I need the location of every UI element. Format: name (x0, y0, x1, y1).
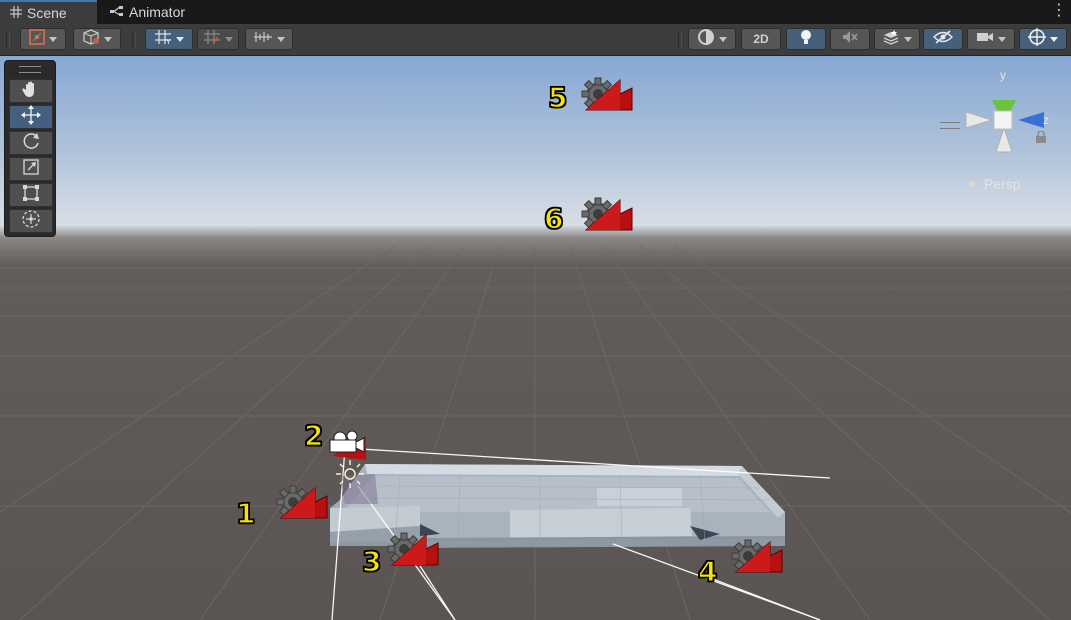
overlay-menu-icon[interactable] (940, 122, 960, 129)
gizmos-dropdown[interactable] (1019, 27, 1067, 51)
marker-5: 5 (547, 80, 568, 115)
rect-transform-icon (22, 184, 40, 207)
camera-gizmo-3[interactable] (387, 532, 439, 566)
2d-label: 2D (753, 32, 769, 46)
tools-overlay (4, 60, 56, 237)
2d-toggle[interactable]: 2D (741, 28, 781, 50)
toolbar-separator (678, 32, 682, 48)
light-icon[interactable] (336, 460, 364, 488)
gizmo-globe-icon (1028, 27, 1046, 51)
camera-gizmo-layer (276, 77, 783, 573)
tool-handle-position-dropdown[interactable] (20, 28, 66, 50)
rotate-icon (21, 131, 41, 156)
effects-dropdown[interactable] (874, 28, 920, 50)
move-tool-button[interactable] (9, 104, 53, 130)
eye-hidden-icon (933, 29, 953, 49)
marker-4: 4 (697, 554, 718, 589)
camera-gizmo-5[interactable] (581, 77, 633, 111)
marker-6: 6 (543, 201, 564, 236)
lightbulb-icon (799, 28, 813, 51)
hand-icon (22, 80, 40, 103)
scene-viewport[interactable]: 1 2 3 4 5 6 y z Persp (0, 56, 1071, 620)
tab-animator[interactable]: Animator (100, 0, 200, 24)
tab-scene-label: Scene (27, 5, 67, 21)
camera-gizmo-4[interactable] (731, 539, 783, 573)
audio-toggle[interactable] (830, 28, 870, 50)
transform-tool-button[interactable] (9, 209, 53, 233)
tab-scene[interactable]: Scene (0, 0, 97, 24)
transform-icon (21, 209, 41, 234)
more-options-icon[interactable]: ⋮ (1051, 3, 1067, 21)
increment-snapping-toggle[interactable] (197, 28, 239, 50)
neg-x-axis-cone[interactable] (965, 111, 994, 129)
center-cube[interactable] (993, 110, 1013, 130)
projection-label[interactable]: Persp (984, 176, 1021, 192)
svg-text:Y: Y (166, 39, 171, 45)
lighting-toggle[interactable] (786, 28, 826, 50)
rotate-tool-button[interactable] (9, 131, 53, 155)
rect-tool-button[interactable] (9, 183, 53, 207)
toolbar-separator (132, 32, 136, 48)
shading-sphere-icon (697, 28, 715, 51)
scene-toolbar: Y 2D (0, 24, 1071, 56)
ruler-icon (253, 30, 273, 49)
global-cube-icon (82, 28, 100, 50)
marker-3: 3 (361, 544, 382, 579)
marker-2: 2 (303, 418, 324, 453)
handle-position-icon (29, 28, 45, 50)
grid-snapping-toggle[interactable]: Y (145, 28, 193, 50)
toolbar-separator (6, 32, 10, 48)
scale-tool-button[interactable] (9, 157, 53, 181)
draw-mode-dropdown[interactable] (688, 28, 736, 50)
tab-bar: Scene Animator ⋮ (0, 0, 1071, 24)
hidden-objects-toggle[interactable] (923, 28, 963, 50)
z-axis-cone[interactable] (1018, 112, 1044, 128)
pivot-rotation-dropdown[interactable] (73, 28, 121, 50)
hand-tool-button[interactable] (9, 79, 53, 103)
z-axis-label: z (1043, 113, 1049, 127)
camera-gizmo-6[interactable] (581, 197, 633, 231)
video-camera-icon (976, 30, 994, 49)
move-arrows-icon (21, 104, 41, 130)
camera-gizmo-1[interactable] (276, 485, 328, 519)
grid-snap-icon: Y (154, 29, 172, 50)
main-camera-icon[interactable] (329, 430, 366, 460)
camera-settings-dropdown[interactable] (967, 28, 1015, 50)
marker-1: 1 (235, 496, 256, 531)
scale-icon (22, 158, 40, 181)
y-axis-label: y (1000, 68, 1006, 82)
orientation-gizmo[interactable] (958, 70, 1050, 162)
effects-layers-icon (882, 29, 900, 50)
neg-y-axis-cone[interactable] (995, 126, 1013, 153)
grid-icon (10, 5, 22, 21)
drag-handle[interactable] (19, 66, 41, 73)
animator-icon (110, 4, 124, 20)
tab-animator-label: Animator (129, 4, 186, 20)
snap-settings-dropdown[interactable] (245, 28, 293, 50)
increment-snap-icon (203, 29, 221, 50)
persp-arrow-icon (967, 180, 975, 188)
speaker-muted-icon (841, 29, 859, 50)
